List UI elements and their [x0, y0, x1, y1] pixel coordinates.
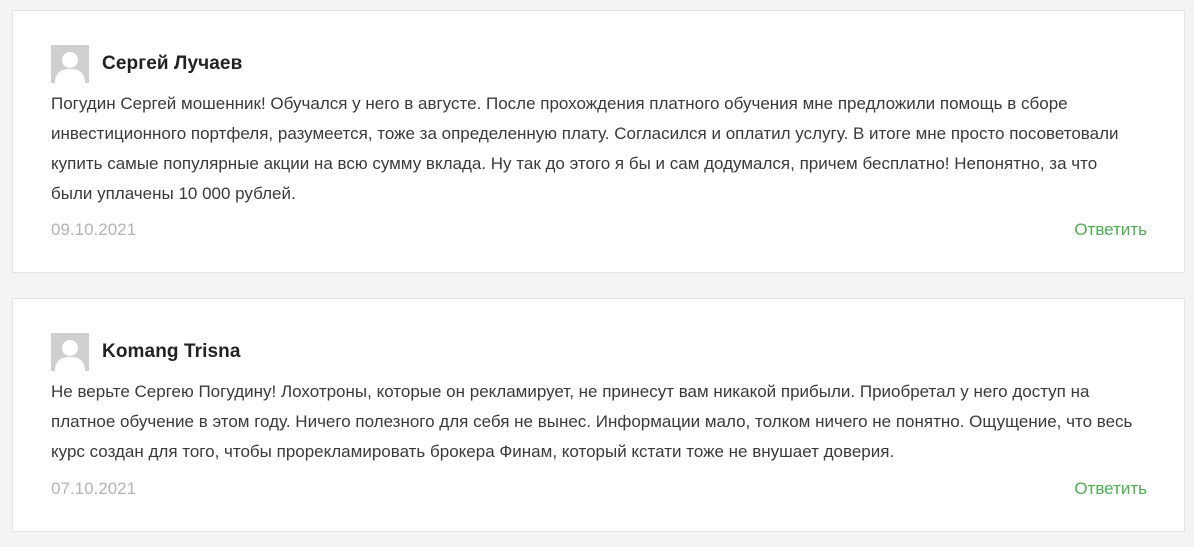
- comments-list: Сергей Лучаев Погудин Сергей мошенник! О…: [0, 0, 1194, 547]
- comment-header: Komang Trisna: [51, 333, 241, 371]
- comment-text: Не верьте Сергею Погудину! Лохотроны, ко…: [51, 382, 1133, 461]
- default-avatar-icon: [51, 333, 89, 371]
- comment-card: Сергей Лучаев Погудин Сергей мошенник! О…: [12, 10, 1185, 273]
- comment-header: Сергей Лучаев: [51, 45, 242, 83]
- comment-text: Погудин Сергей мошенник! Обучался у него…: [51, 94, 1119, 203]
- comment-author: Komang Trisna: [102, 341, 241, 362]
- default-avatar-icon: [51, 45, 89, 83]
- reply-link[interactable]: Ответить: [1074, 479, 1147, 499]
- comment-date: 09.10.2021: [51, 220, 137, 239]
- comment-date: 07.10.2021: [51, 479, 137, 498]
- reply-link[interactable]: Ответить: [1074, 220, 1147, 240]
- comment-card: Komang Trisna Не верьте Сергею Погудину!…: [12, 298, 1185, 532]
- comment-author: Сергей Лучаев: [102, 53, 243, 74]
